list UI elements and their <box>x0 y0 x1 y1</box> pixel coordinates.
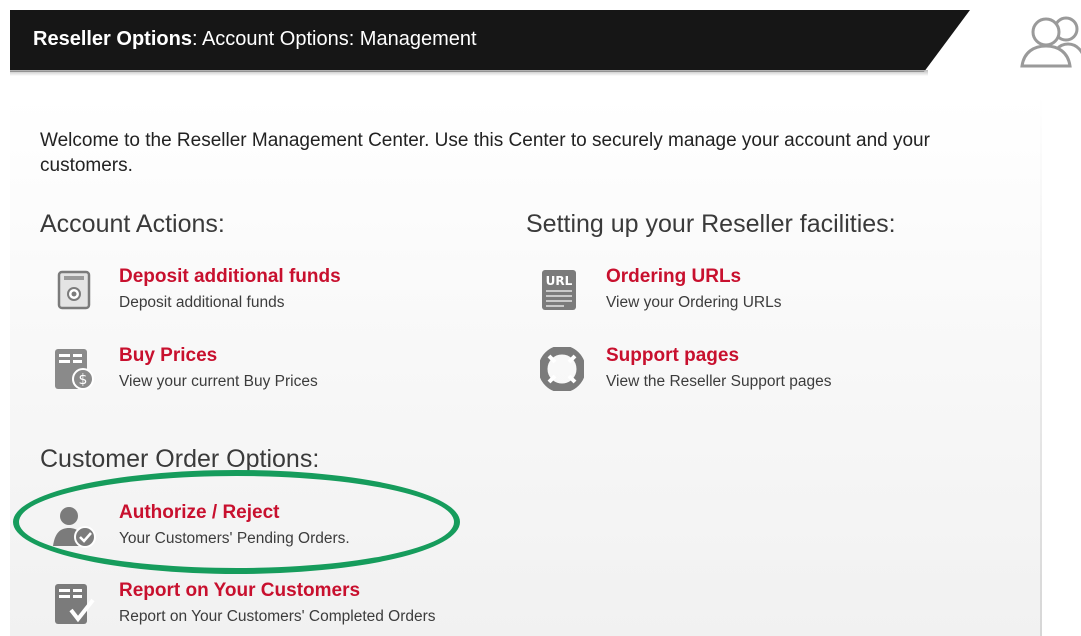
safe-icon <box>53 268 97 312</box>
buy-prices-link[interactable]: $ Buy Prices View your current Buy Price… <box>53 345 493 401</box>
lifebuoy-icon <box>538 345 586 393</box>
page-title-rest: : Account Options: Management <box>191 28 477 50</box>
intro-text: Welcome to the Reseller Management Cente… <box>40 130 930 176</box>
customer-orders-heading: Customer Order Options: <box>40 445 320 473</box>
svg-text:URL: URL <box>546 274 573 288</box>
user-account-icon[interactable] <box>1012 10 1081 68</box>
ordering-urls-title[interactable]: Ordering URLs <box>606 266 741 288</box>
support-pages-desc: View the Reseller Support pages <box>606 373 832 390</box>
page-title: Reseller Options: Account Options: Manag… <box>33 28 477 51</box>
price-list-icon: $ <box>53 347 97 391</box>
svg-text:$: $ <box>79 372 88 388</box>
report-check-icon <box>53 582 97 626</box>
reseller-facilities-heading: Setting up your Reseller facilities: <box>526 210 896 238</box>
account-actions-heading: Account Actions: <box>40 210 225 238</box>
deposit-funds-link[interactable]: Deposit additional funds Deposit additio… <box>53 266 493 322</box>
support-pages-link[interactable]: Support pages View the Reseller Support … <box>538 345 980 401</box>
url-document-icon: URL <box>540 268 584 312</box>
report-customers-title[interactable]: Report on Your Customers <box>119 580 360 602</box>
highlight-ellipse <box>13 470 460 574</box>
support-pages-title[interactable]: Support pages <box>606 345 739 367</box>
deposit-funds-desc: Deposit additional funds <box>119 294 285 311</box>
buy-prices-title[interactable]: Buy Prices <box>119 345 217 367</box>
header-shadow <box>10 70 928 76</box>
buy-prices-desc: View your current Buy Prices <box>119 373 318 390</box>
report-customers-desc: Report on Your Customers' Completed Orde… <box>119 608 436 625</box>
ordering-urls-link[interactable]: URL Ordering URLs View your Ordering URL… <box>540 266 980 322</box>
deposit-funds-title[interactable]: Deposit additional funds <box>119 266 341 288</box>
panel-edge <box>1040 96 1042 636</box>
ordering-urls-desc: View your Ordering URLs <box>606 294 782 311</box>
page-title-bold: Reseller Options <box>33 28 192 50</box>
